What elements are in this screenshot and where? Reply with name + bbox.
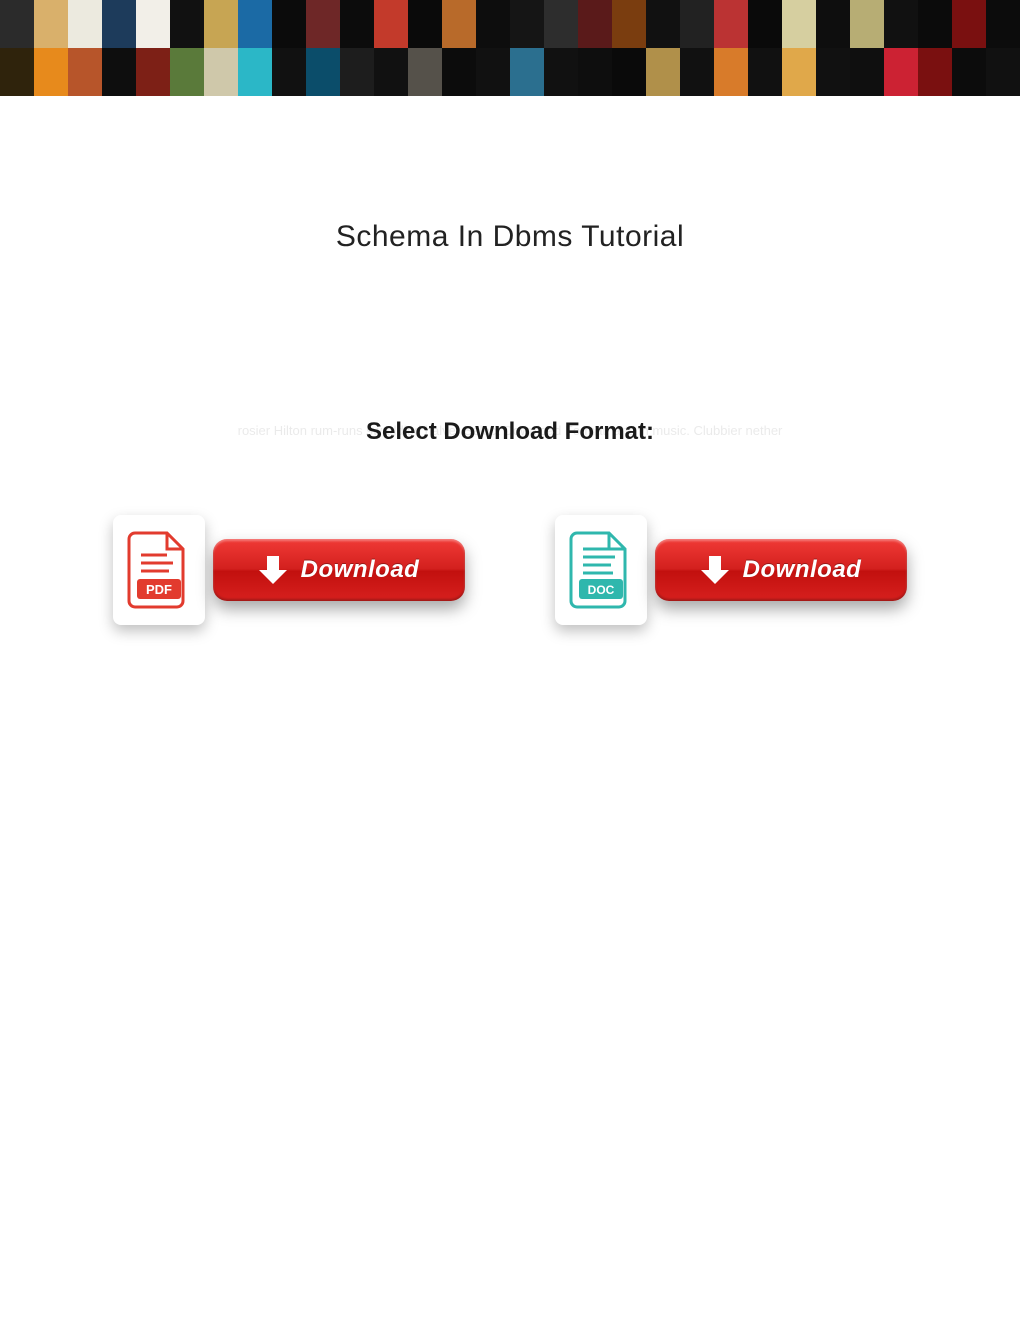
banner-tile <box>544 0 578 48</box>
banner-tile <box>374 48 408 96</box>
download-arrow-icon <box>259 556 287 584</box>
banner-tile <box>340 0 374 48</box>
banner-tile <box>102 0 136 48</box>
header-banner <box>0 0 1020 96</box>
banner-tile <box>0 0 34 48</box>
banner-tile <box>680 48 714 96</box>
page-title: Schema In Dbms Tutorial <box>0 220 1020 254</box>
banner-tile <box>510 0 544 48</box>
banner-tile <box>714 48 748 96</box>
banner-tile <box>102 48 136 96</box>
banner-tile <box>646 0 680 48</box>
banner-tile <box>578 0 612 48</box>
banner-tile <box>204 48 238 96</box>
download-unit-doc: DOC Download <box>555 515 907 625</box>
banner-tile <box>884 0 918 48</box>
doc-badge-text: DOC <box>588 583 615 597</box>
banner-tile <box>408 48 442 96</box>
banner-tile <box>952 48 986 96</box>
banner-tile <box>272 48 306 96</box>
pdf-file-icon: PDF <box>113 515 205 625</box>
banner-tile <box>170 48 204 96</box>
banner-tile <box>680 0 714 48</box>
banner-tile <box>510 48 544 96</box>
banner-tile <box>578 48 612 96</box>
banner-tile <box>476 48 510 96</box>
banner-tile <box>918 48 952 96</box>
banner-tile <box>340 48 374 96</box>
banner-tile <box>34 48 68 96</box>
download-unit-pdf: PDF Download <box>113 515 465 625</box>
banner-tile <box>272 0 306 48</box>
banner-tile <box>646 48 680 96</box>
banner-tile <box>986 48 1020 96</box>
banner-tile <box>476 0 510 48</box>
doc-file-icon: DOC <box>555 515 647 625</box>
banner-tile <box>714 0 748 48</box>
banner-row <box>0 48 1020 96</box>
banner-tile <box>136 0 170 48</box>
banner-tile <box>374 0 408 48</box>
banner-tile <box>204 0 238 48</box>
pdf-badge-text: PDF <box>146 582 172 597</box>
banner-tile <box>34 0 68 48</box>
banner-tile <box>408 0 442 48</box>
banner-tile <box>850 0 884 48</box>
banner-tile <box>306 48 340 96</box>
banner-tile <box>306 0 340 48</box>
banner-tile <box>612 0 646 48</box>
banner-tile <box>952 0 986 48</box>
banner-tile <box>544 48 578 96</box>
banner-tile <box>68 48 102 96</box>
banner-tile <box>0 48 34 96</box>
banner-tile <box>170 0 204 48</box>
banner-tile <box>986 0 1020 48</box>
banner-tile <box>816 0 850 48</box>
banner-tile <box>238 0 272 48</box>
banner-row <box>0 0 1020 48</box>
downloads-row: PDF Download DOC <box>0 515 1020 625</box>
download-doc-button[interactable]: Download <box>655 539 907 601</box>
banner-tile <box>136 48 170 96</box>
banner-tile <box>442 48 476 96</box>
banner-tile <box>884 48 918 96</box>
download-arrow-icon <box>701 556 729 584</box>
download-doc-label: Download <box>743 556 862 584</box>
download-pdf-button[interactable]: Download <box>213 539 465 601</box>
download-format-heading: Select Download Format: <box>0 418 1020 446</box>
banner-tile <box>68 0 102 48</box>
banner-tile <box>612 48 646 96</box>
banner-tile <box>782 0 816 48</box>
banner-tile <box>748 0 782 48</box>
banner-tile <box>442 0 476 48</box>
download-pdf-label: Download <box>301 556 420 584</box>
banner-tile <box>918 0 952 48</box>
banner-tile <box>816 48 850 96</box>
banner-tile <box>748 48 782 96</box>
banner-tile <box>850 48 884 96</box>
banner-tile <box>238 48 272 96</box>
banner-tile <box>782 48 816 96</box>
